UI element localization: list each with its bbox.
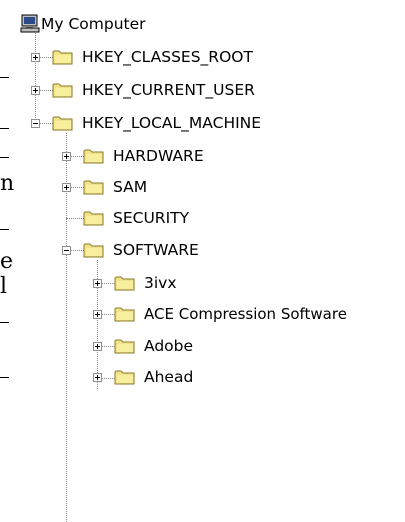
- tree-item-adobe[interactable]: Adobe: [0, 334, 300, 358]
- tree-item-label: HARDWARE: [113, 147, 204, 165]
- tree-item-label: HKEY_CURRENT_USER: [82, 81, 255, 99]
- folder-icon: [114, 370, 135, 385]
- folder-open-icon: [52, 116, 73, 131]
- expand-plus-icon[interactable]: [62, 152, 71, 161]
- tree-item-label: SECURITY: [113, 209, 190, 227]
- collapse-minus-icon[interactable]: [62, 246, 71, 255]
- tree-item-label: ACE Compression Software: [144, 305, 347, 323]
- expand-plus-icon[interactable]: [31, 86, 40, 95]
- tree-item-label: Adobe: [144, 337, 194, 355]
- expand-plus-icon[interactable]: [93, 342, 102, 351]
- folder-icon: [83, 211, 104, 226]
- folder-icon: [52, 83, 73, 98]
- folder-icon: [83, 149, 104, 164]
- collapse-minus-icon[interactable]: [31, 119, 40, 128]
- tree-item-label: SOFTWARE: [113, 241, 199, 259]
- computer-icon: [20, 14, 40, 33]
- tree-item-label: My Computer: [41, 15, 146, 33]
- tree-root-my-computer[interactable]: My Computer: [0, 12, 200, 36]
- tree-item-ace-compression-software[interactable]: ACE Compression Software: [0, 302, 405, 326]
- tree-item-security[interactable]: SECURITY: [0, 206, 300, 230]
- tree-item-3ivx[interactable]: 3ivx: [0, 271, 300, 295]
- tree-item-label: HKEY_LOCAL_MACHINE: [82, 114, 262, 132]
- tree-item-software[interactable]: SOFTWARE: [0, 238, 300, 262]
- registry-tree: n e l My Computer HKEY_CLASSES_ROOT HKEY…: [0, 0, 405, 522]
- folder-open-icon: [83, 243, 104, 258]
- tree-item-label: Ahead: [144, 368, 194, 386]
- expand-plus-icon[interactable]: [62, 183, 71, 192]
- tree-item-hkey-current-user[interactable]: HKEY_CURRENT_USER: [0, 78, 300, 102]
- folder-icon: [114, 276, 135, 291]
- folder-icon: [114, 307, 135, 322]
- tree-item-sam[interactable]: SAM: [0, 175, 300, 199]
- expand-plus-icon[interactable]: [31, 53, 40, 62]
- tree-item-label: 3ivx: [144, 274, 177, 292]
- tree-item-ahead[interactable]: Ahead: [0, 365, 300, 389]
- folder-icon: [114, 339, 135, 354]
- tree-item-label: HKEY_CLASSES_ROOT: [82, 48, 253, 66]
- expand-plus-icon[interactable]: [93, 373, 102, 382]
- folder-icon: [83, 180, 104, 195]
- tree-item-hardware[interactable]: HARDWARE: [0, 144, 300, 168]
- tree-item-hkey-local-machine[interactable]: HKEY_LOCAL_MACHINE: [0, 111, 300, 135]
- folder-icon: [52, 50, 73, 65]
- tree-item-hkey-classes-root[interactable]: HKEY_CLASSES_ROOT: [0, 45, 300, 69]
- expand-plus-icon[interactable]: [93, 310, 102, 319]
- expand-plus-icon[interactable]: [93, 279, 102, 288]
- tree-item-label: SAM: [113, 178, 148, 196]
